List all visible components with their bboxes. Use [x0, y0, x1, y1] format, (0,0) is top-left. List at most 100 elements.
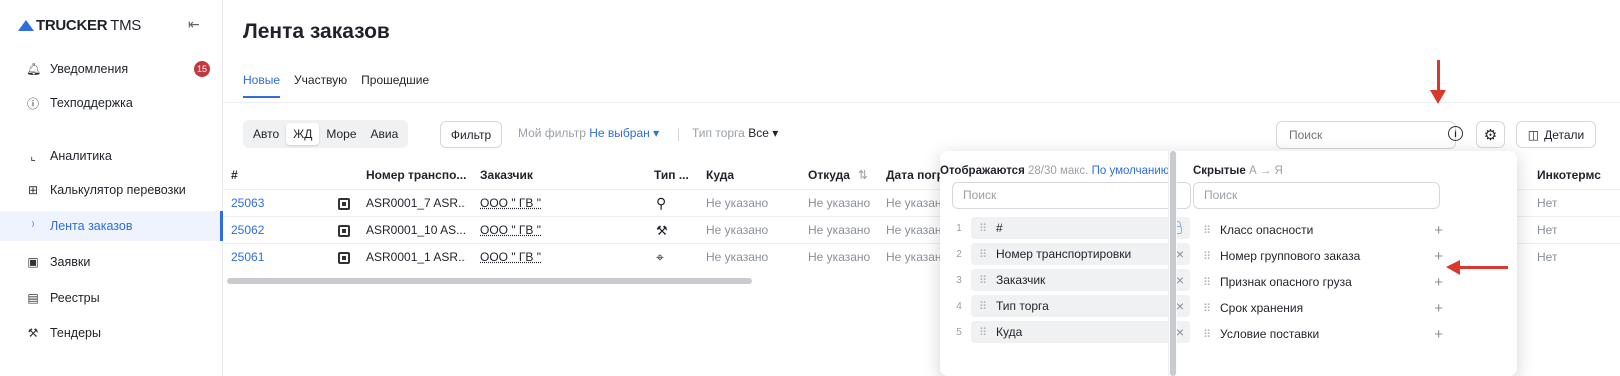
add-icon[interactable]: + — [1434, 222, 1443, 239]
sidebar-item-label: Уведомления — [50, 62, 129, 76]
chevron-down-icon: ▾ — [768, 126, 779, 140]
hidden-column-item[interactable]: ⠿ Условие поставки + — [1203, 322, 1443, 346]
customer-name[interactable]: ООО " ГВ " — [480, 190, 541, 217]
order-id-link[interactable]: 25061 — [231, 244, 264, 271]
add-icon[interactable]: + — [1434, 326, 1443, 343]
drag-handle-icon[interactable]: ⠿ — [979, 300, 987, 313]
column-header-id[interactable]: # — [231, 160, 238, 190]
drag-handle-icon[interactable]: ⠿ — [1203, 224, 1211, 237]
trade-type-dropdown[interactable]: Тип торга Все ▾ — [692, 126, 778, 140]
sidebar-item-calculator[interactable]: ⊞ Калькулятор перевозки — [0, 175, 222, 205]
close-icon[interactable]: × — [1176, 324, 1184, 340]
chevron-down-icon: ▾ — [649, 126, 660, 140]
column-header-load-date[interactable]: Дата погр — [886, 160, 940, 190]
add-icon[interactable]: + — [1434, 248, 1443, 265]
calculator-icon: ⊞ — [27, 183, 39, 197]
divider — [223, 102, 1620, 103]
destination: Не указано — [706, 196, 769, 210]
qr-code-icon[interactable] — [338, 198, 350, 210]
customer-name[interactable]: ООО " ГВ " — [480, 217, 541, 244]
visible-column-item[interactable]: 4 ⠿ Тип торга × — [952, 295, 1190, 317]
qr-code-icon[interactable] — [338, 252, 350, 264]
visible-column-item[interactable]: 5 ⠿ Куда × — [952, 321, 1190, 343]
drag-handle-icon[interactable]: ⠿ — [979, 326, 987, 339]
visible-column-item[interactable]: 1 ⠿ # — [952, 217, 1190, 239]
drag-handle-icon[interactable]: ⠿ — [979, 222, 987, 235]
filter-button[interactable]: Фильтр — [440, 121, 502, 148]
settings-gear-button[interactable]: ⚙ — [1476, 121, 1505, 148]
notification-badge: 15 — [194, 61, 210, 77]
hidden-column-item[interactable]: ⠿ Срок хранения + — [1203, 296, 1443, 320]
my-filter-dropdown[interactable]: Мой фильтр Не выбран ▾ — [518, 126, 659, 140]
horizontal-scrollbar[interactable] — [227, 278, 752, 284]
panel-scrollbar[interactable] — [1168, 151, 1177, 376]
hidden-column-item[interactable]: ⠿ Признак опасного груза + — [1203, 270, 1443, 294]
help-circle-icon: ⓘ — [26, 96, 39, 111]
hidden-column-item[interactable]: ⠿ Номер группового заказа + — [1203, 244, 1443, 268]
item-label: Срок хранения — [1220, 301, 1304, 315]
visible-title: Отображаются — [940, 165, 1025, 177]
sidebar-item-label: Аналитика — [50, 149, 112, 163]
page-title: Лента заказов — [243, 20, 390, 43]
customer-name[interactable]: ООО " ГВ " — [480, 244, 541, 271]
visible-columns-search[interactable]: Поиск — [952, 182, 1191, 209]
hidden-column-item[interactable]: ⠿ Класс опасности + — [1203, 218, 1443, 242]
add-icon[interactable]: + — [1434, 274, 1443, 291]
visible-column-item[interactable]: 2 ⠿ Номер транспортировки × — [952, 243, 1190, 265]
order-id-link[interactable]: 25063 — [231, 190, 264, 217]
sidebar-item-analytics[interactable]: ⌞ Аналитика — [0, 141, 222, 171]
load-date: Не указан — [886, 250, 940, 264]
column-header-transport[interactable]: Номер транспо... — [366, 160, 466, 190]
sidebar-item-registers[interactable]: ▤ Реестры — [0, 283, 222, 313]
hidden-title: Скрытые — [1193, 165, 1246, 177]
add-icon[interactable]: + — [1434, 300, 1443, 317]
column-header-from[interactable]: Откуда ⇅ — [808, 160, 868, 190]
sidebar-item-tenders[interactable]: ⚒ Тендеры — [0, 318, 222, 348]
search-input[interactable] — [1276, 121, 1456, 149]
column-header-trade-type[interactable]: Тип ... — [654, 160, 694, 190]
qr-code-icon[interactable] — [338, 225, 350, 237]
column-header-incoterms[interactable]: Инкотермс — [1537, 160, 1601, 190]
close-icon[interactable]: × — [1176, 246, 1184, 262]
close-icon[interactable]: × — [1176, 272, 1184, 288]
sidebar-item-notifications[interactable]: 🔔︎ Уведомления 15 — [0, 54, 222, 84]
mode-rail[interactable]: ЖД — [286, 123, 320, 145]
reset-default-link[interactable]: По умолчанию — [1092, 165, 1170, 177]
sidebar-item-support[interactable]: ⓘ Техподдержка — [0, 88, 222, 118]
details-button[interactable]: ◫ Детали — [1516, 121, 1596, 148]
sidebar-item-requests[interactable]: ▣ Заявки — [0, 247, 222, 277]
sidebar: TRUCKER TMS ⇤ 🔔︎ Уведомления 15 ⓘ Техпод… — [0, 0, 223, 376]
visible-column-item[interactable]: 3 ⠿ Заказчик × — [952, 269, 1190, 291]
toolbar-separator — [678, 128, 679, 141]
sidebar-item-order-feed[interactable]: ⁾ Лента заказов — [0, 211, 223, 241]
drag-handle-icon[interactable]: ⠿ — [1203, 302, 1211, 315]
close-icon[interactable]: × — [1176, 298, 1184, 314]
drag-handle-icon[interactable]: ⠿ — [979, 274, 987, 287]
panel-scrollbar-thumb[interactable] — [1170, 151, 1176, 376]
tabs: Новые Участвую Прошедшие — [243, 73, 429, 98]
item-number: 1 — [956, 222, 962, 234]
sidebar-item-label: Техподдержка — [50, 96, 133, 110]
tab-past[interactable]: Прошедшие — [361, 73, 429, 98]
incoterms: Нет — [1537, 223, 1558, 237]
column-header-customer[interactable]: Заказчик — [480, 160, 533, 190]
drag-handle-icon[interactable]: ⠿ — [1203, 250, 1211, 263]
tab-new[interactable]: Новые — [243, 73, 281, 98]
hidden-columns-search[interactable]: Поиск — [1193, 182, 1440, 209]
drag-handle-icon[interactable]: ⠿ — [979, 248, 987, 261]
mode-sea[interactable]: Море — [319, 123, 363, 145]
logo-bold-text: TRUCKER — [36, 17, 108, 34]
drag-handle-icon[interactable]: ⠿ — [1203, 328, 1211, 341]
collapse-left-icon[interactable]: ⇤ — [188, 16, 200, 33]
mode-air[interactable]: Авиа — [364, 123, 406, 145]
info-icon[interactable]: i — [1448, 126, 1463, 141]
item-number: 5 — [956, 326, 962, 338]
mode-auto[interactable]: Авто — [246, 123, 286, 145]
column-header-to[interactable]: Куда — [706, 160, 734, 190]
logo[interactable]: TRUCKER TMS — [18, 17, 141, 34]
hidden-sort-toggle[interactable]: А → Я — [1249, 165, 1283, 177]
tab-participating[interactable]: Участвую — [294, 73, 347, 98]
order-id-link[interactable]: 25062 — [231, 217, 264, 244]
drag-handle-icon[interactable]: ⠿ — [1203, 276, 1211, 289]
search-gear-icon: ⚲ — [656, 195, 667, 211]
